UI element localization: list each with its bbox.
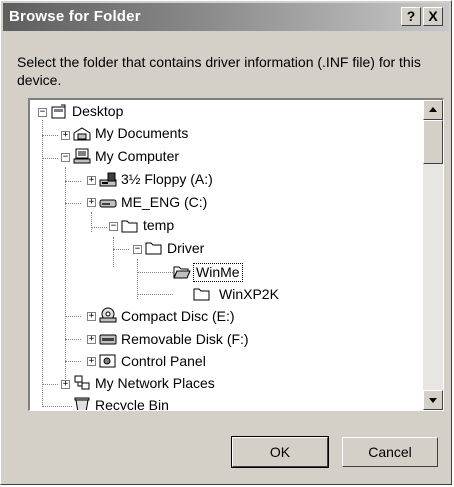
tree-item-my-computer[interactable]: My Computer (93, 148, 181, 165)
tree-item-temp[interactable]: temp (141, 217, 176, 234)
open-folder-icon (173, 266, 191, 279)
tree-item-recycle-bin[interactable]: Recycle Bin (93, 397, 171, 410)
collapse-toggle[interactable]: − (38, 108, 47, 117)
scroll-up-button[interactable] (423, 100, 443, 120)
tree-item-compact-disc[interactable]: Compact Disc (E:) (119, 308, 237, 325)
arrow-down-icon (429, 398, 437, 403)
my-documents-icon (73, 127, 91, 141)
folder-tree[interactable]: − Desktop + My Documents − My Computer +… (28, 98, 444, 411)
my-computer-icon (73, 148, 91, 164)
expand-toggle[interactable]: + (61, 131, 70, 140)
tree-item-removable-disk[interactable]: Removable Disk (F:) (119, 331, 251, 348)
title-bar[interactable]: Browse for Folder ? X (3, 3, 449, 31)
scroll-down-button[interactable] (423, 390, 443, 410)
tree-item-drive-c[interactable]: ME_ENG (C:) (119, 194, 209, 211)
instruction-text: Select the folder that contains driver i… (17, 54, 421, 88)
expand-toggle[interactable]: + (87, 335, 96, 344)
network-places-icon (74, 375, 90, 390)
ok-button[interactable]: OK (231, 436, 329, 468)
scrollbar-thumb[interactable] (423, 120, 443, 164)
cancel-button[interactable]: Cancel (342, 437, 438, 467)
tree-item-my-documents[interactable]: My Documents (93, 125, 190, 142)
tree-connector (65, 316, 81, 317)
tree-item-winxp2k[interactable]: WinXP2K (217, 286, 281, 303)
tree-connector (113, 237, 114, 267)
expand-toggle[interactable]: + (87, 176, 96, 185)
folder-tree-content: − Desktop + My Documents − My Computer +… (30, 100, 423, 410)
dialog-title: Browse for Folder (9, 8, 141, 25)
expand-toggle[interactable]: + (61, 380, 70, 389)
tree-connector (137, 272, 173, 273)
cd-drive-icon (99, 307, 117, 323)
tree-connector (65, 181, 81, 182)
hard-drive-icon (99, 199, 117, 208)
tree-connector (65, 339, 81, 340)
tree-connector (42, 120, 43, 405)
tree-connector (42, 384, 58, 385)
tree-connector (91, 227, 107, 228)
tree-connector (113, 249, 129, 250)
tree-item-winme[interactable]: WinMe (193, 263, 243, 282)
expand-toggle[interactable]: + (87, 312, 96, 321)
help-button[interactable]: ? (401, 7, 421, 26)
tree-item-control-panel[interactable]: Control Panel (119, 353, 208, 370)
expand-toggle[interactable]: + (87, 357, 96, 366)
collapse-toggle[interactable]: − (133, 245, 142, 254)
tree-connector (65, 167, 66, 387)
tree-item-network-places[interactable]: My Network Places (93, 375, 217, 392)
tree-item-floppy[interactable]: 3½ Floppy (A:) (119, 171, 215, 188)
folder-icon (145, 242, 162, 255)
tree-connector (137, 259, 138, 299)
tree-connector (91, 212, 92, 232)
recycle-bin-icon (74, 397, 90, 410)
tree-connector (42, 158, 58, 159)
tree-connector (42, 406, 72, 407)
tree-connector (42, 135, 58, 136)
removable-disk-icon (99, 334, 117, 345)
tree-item-driver[interactable]: Driver (165, 240, 206, 257)
tree-connector (65, 203, 81, 204)
folder-icon (193, 288, 210, 301)
arrow-up-icon (429, 107, 437, 112)
collapse-toggle[interactable]: − (109, 222, 118, 231)
browse-for-folder-dialog: Browse for Folder ? X Select the folder … (0, 0, 452, 485)
collapse-toggle[interactable]: − (61, 153, 70, 162)
expand-toggle[interactable]: + (87, 198, 96, 207)
tree-connector (65, 361, 81, 362)
tree-connector (137, 294, 173, 295)
close-button[interactable]: X (423, 7, 443, 26)
control-panel-icon (99, 354, 116, 368)
desktop-icon (51, 104, 66, 119)
tree-item-desktop[interactable]: Desktop (70, 103, 125, 120)
folder-icon (121, 220, 138, 233)
floppy-drive-icon (99, 172, 117, 187)
vertical-scrollbar[interactable] (423, 100, 443, 410)
